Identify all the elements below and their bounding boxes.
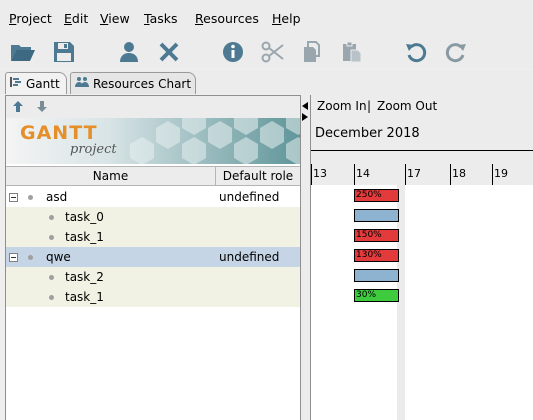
row-name: task_1: [65, 290, 104, 304]
view-tabs: Gantt Resources Chart: [0, 70, 533, 94]
day-label: 17: [407, 167, 421, 180]
zoom-in-button[interactable]: Zoom In: [317, 99, 367, 113]
table-header: Name Default role: [6, 166, 300, 186]
panel-splitter[interactable]: [301, 95, 310, 420]
menu-resources[interactable]: Resources: [195, 11, 259, 26]
tree-node-icon: [28, 255, 33, 260]
tree-node-icon: [49, 235, 54, 240]
row-name: task_2: [65, 270, 104, 284]
timeline-month: December 2018: [315, 126, 420, 141]
row-role: undefined: [219, 190, 280, 204]
day-label: 13: [313, 167, 327, 180]
resource-tree-panel: GANTT project Name Default role asd undef…: [5, 95, 301, 420]
zoom-out-button[interactable]: Zoom Out: [377, 99, 437, 113]
menu-tasks[interactable]: Tasks: [144, 11, 178, 26]
save-icon[interactable]: [50, 38, 78, 66]
menu-project[interactable]: Project: [9, 11, 52, 26]
tree-node-icon: [49, 215, 54, 220]
resource-row[interactable]: qwe undefined: [6, 247, 300, 267]
move-down-icon[interactable]: [36, 100, 48, 116]
zoom-bar: Zoom In | Zoom Out: [311, 95, 533, 117]
move-up-icon[interactable]: [12, 100, 24, 116]
load-bar[interactable]: 250%: [354, 189, 399, 202]
tree-node-icon: [28, 195, 33, 200]
tab-gantt-label: Gantt: [26, 76, 60, 91]
load-bar[interactable]: 30%: [354, 289, 399, 302]
assignment-row[interactable]: task_1: [6, 287, 300, 307]
resource-load-chart: Zoom In | Zoom Out December 2018 13 14 1…: [310, 95, 533, 420]
row-name: task_1: [65, 230, 104, 244]
row-name: task_0: [65, 210, 104, 224]
tree-node-icon: [49, 275, 54, 280]
day-label: 14: [356, 167, 370, 180]
collapse-toggle[interactable]: [9, 253, 18, 262]
load-bar[interactable]: [354, 209, 399, 222]
timeline-header: December 2018 13 14 17 18 19: [311, 117, 533, 185]
column-default-role[interactable]: Default role: [216, 167, 300, 185]
assignment-row[interactable]: task_2: [6, 267, 300, 287]
resources-chart-icon: [75, 76, 89, 91]
menu-help[interactable]: Help: [272, 11, 301, 26]
toolbar: [0, 36, 533, 68]
collapse-toggle[interactable]: [9, 193, 18, 202]
ganttproject-logo: GANTT: [20, 122, 98, 144]
ganttproject-logo-sub: project: [70, 142, 117, 157]
menu-edit[interactable]: Edit: [64, 11, 88, 26]
ganttproject-banner: GANTT project: [6, 118, 300, 164]
delete-icon[interactable]: [155, 38, 183, 66]
info-icon[interactable]: [219, 38, 247, 66]
tab-resources-chart-label: Resources Chart: [93, 76, 192, 91]
copy-icon[interactable]: [299, 38, 327, 66]
tab-resources-chart[interactable]: Resources Chart: [70, 72, 196, 94]
paste-icon[interactable]: [338, 38, 366, 66]
add-person-icon[interactable]: [115, 38, 143, 66]
collapse-right-icon[interactable]: [302, 110, 308, 124]
row-name: qwe: [46, 250, 71, 264]
timeline-days: 13 14 17 18 19: [311, 164, 533, 185]
undo-icon[interactable]: [402, 38, 430, 66]
zoom-separator: |: [367, 99, 372, 113]
tab-gantt[interactable]: Gantt: [5, 72, 67, 94]
resource-row[interactable]: asd undefined: [6, 187, 300, 207]
row-role: undefined: [219, 250, 280, 264]
load-bar[interactable]: 150%: [354, 229, 399, 242]
load-bar[interactable]: 130%: [354, 249, 399, 262]
column-name[interactable]: Name: [6, 167, 216, 185]
move-toolbar: [6, 96, 300, 118]
open-folder-icon[interactable]: [9, 38, 37, 66]
load-bar[interactable]: [354, 269, 399, 282]
menu-bar: Project Edit View Tasks Resources Help: [0, 0, 533, 36]
cut-icon[interactable]: [259, 38, 287, 66]
gantt-icon: [10, 76, 22, 91]
redo-icon[interactable]: [442, 38, 470, 66]
day-label: 18: [452, 167, 466, 180]
assignment-row[interactable]: task_0: [6, 207, 300, 227]
tree-node-icon: [49, 295, 54, 300]
row-name: asd: [46, 190, 68, 204]
assignment-row[interactable]: task_1: [6, 227, 300, 247]
day-label: 19: [494, 167, 508, 180]
menu-view[interactable]: View: [100, 11, 130, 26]
